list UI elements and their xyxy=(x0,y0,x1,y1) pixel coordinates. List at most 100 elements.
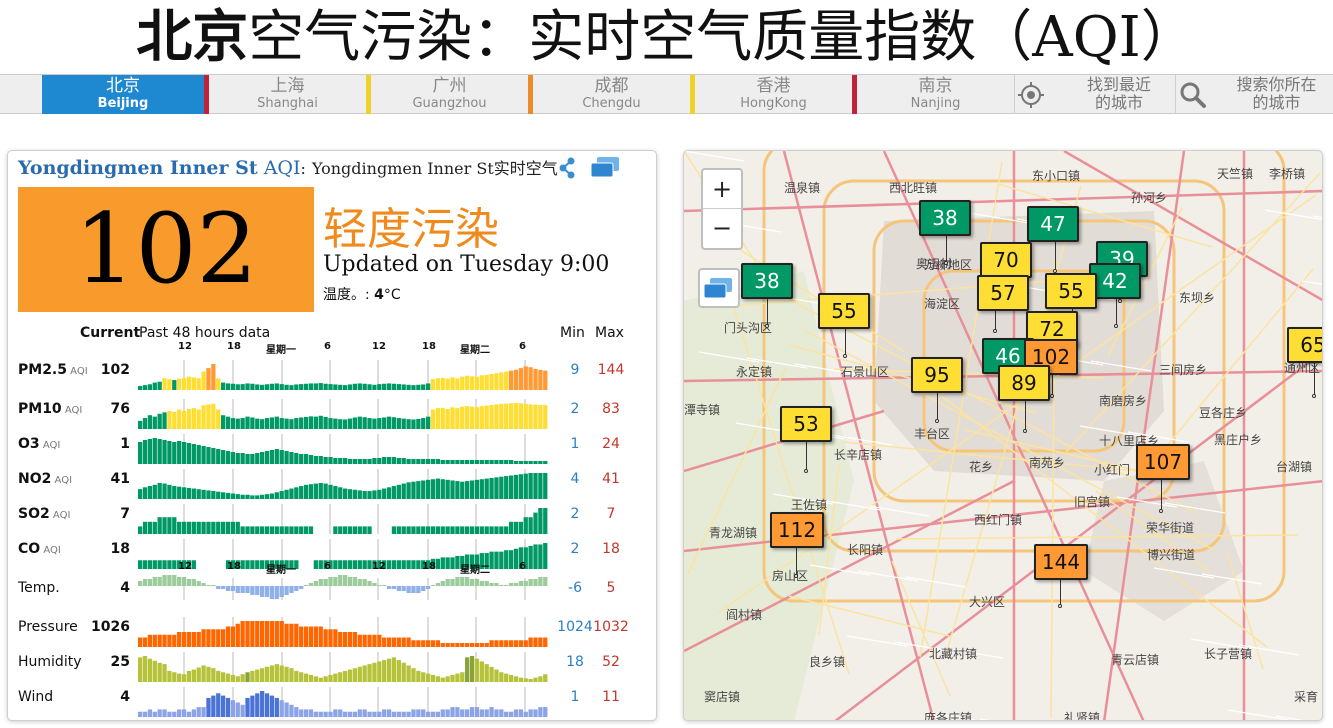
sparkline-bar xyxy=(308,674,314,682)
row-name: Pressure xyxy=(18,619,78,635)
sparkline-bar xyxy=(543,707,548,717)
sparkline-bar xyxy=(484,526,489,534)
sparkline-bar xyxy=(284,384,289,390)
tab-chengdu[interactable]: 成都 Chengdu xyxy=(533,75,690,114)
sparkline-bar xyxy=(450,579,455,586)
tab-beijing[interactable]: 北京 Beijing xyxy=(42,75,204,114)
sparkline-bar xyxy=(357,666,362,682)
marker-value: 89 xyxy=(998,365,1050,401)
sparkline-bar xyxy=(172,411,177,429)
aqi-marker[interactable]: 95 xyxy=(911,357,963,425)
sparkline-bar xyxy=(347,489,353,499)
sparkline-bar xyxy=(445,378,450,390)
aqi-marker[interactable]: 89 xyxy=(998,365,1050,435)
tab-guangzhou[interactable]: 广州 Guangzhou xyxy=(371,75,528,114)
sparkline-bar xyxy=(303,484,309,499)
sparkline-bar xyxy=(333,673,338,682)
aqi-marker[interactable]: 112 xyxy=(770,512,824,580)
find-nearest-city-button[interactable]: 找到最近 的城市 xyxy=(1015,75,1175,114)
row-name: Wind xyxy=(18,689,54,705)
tab-hongkong[interactable]: 香港 HongKong xyxy=(695,75,852,114)
sparkline-bar xyxy=(172,560,177,569)
tab-shanghai[interactable]: 上海 Shanghai xyxy=(209,75,366,114)
sparkline-bar xyxy=(289,526,294,534)
sparkline-bar xyxy=(528,679,533,682)
zoom-out-button[interactable]: − xyxy=(703,209,741,248)
map-place-label: 海淀区 xyxy=(924,297,961,311)
sparkline-bar xyxy=(216,670,221,682)
sparkline-bar xyxy=(157,517,162,534)
sparkline-bar xyxy=(220,450,226,464)
tab-nanjing[interactable]: 南京 Nanjing xyxy=(857,75,1014,114)
sparkline-bar xyxy=(435,478,441,499)
sparkline-bar xyxy=(430,459,436,464)
sparkline-pm10 xyxy=(138,399,548,429)
aqi-marker[interactable]: 55 xyxy=(818,293,870,360)
sparkline-bar xyxy=(440,643,445,647)
sparkline-bar xyxy=(401,418,406,429)
sparkline-bar xyxy=(499,460,504,464)
map-place-label: 荣华街道 xyxy=(1146,521,1195,535)
sparkline-bar xyxy=(391,417,397,429)
time-tick-label: 18 xyxy=(422,341,436,352)
highway xyxy=(684,189,1322,213)
marker-dot xyxy=(1114,324,1118,328)
sparkline-bar xyxy=(372,662,377,682)
sparkline-bar xyxy=(138,526,143,534)
aqi-marker[interactable]: 107 xyxy=(1136,444,1190,515)
aqi-marker[interactable]: 38 xyxy=(919,200,971,267)
aqi-marker[interactable]: 53 xyxy=(780,406,832,475)
sparkline-bar xyxy=(494,404,499,429)
sparkline-bar xyxy=(157,634,162,647)
sparkline-bar xyxy=(294,487,299,499)
aqi-marker[interactable]: 38 xyxy=(741,263,793,330)
sparkline-bar xyxy=(411,668,416,682)
map-layers-button[interactable] xyxy=(698,268,740,308)
sparkline-bar xyxy=(494,460,499,464)
find-nearest-line2: 的城市 xyxy=(1094,93,1143,112)
sparkline-bar xyxy=(489,460,494,464)
time-tick-label: 星期一 xyxy=(266,565,296,576)
aqi-marker[interactable]: 47 xyxy=(1027,206,1079,275)
street xyxy=(1264,209,1322,221)
sparkline-bar xyxy=(167,484,172,499)
sparkline-bar xyxy=(367,384,372,390)
sparkline-bar xyxy=(455,481,460,499)
sparkline-bar xyxy=(465,577,470,586)
row-name: O3 xyxy=(18,436,40,452)
station-panel: Yongdingmen Inner St AQI: Yongdingmen In… xyxy=(7,150,657,721)
sparkline-bar xyxy=(147,658,153,682)
sparkline-bar xyxy=(494,709,499,717)
sparkline-bar xyxy=(157,709,162,717)
sparkline-bar xyxy=(430,674,436,682)
sparkline-bar xyxy=(338,487,343,499)
sparkline-bar xyxy=(138,420,143,429)
tab-zh-label: 上海 xyxy=(270,76,305,96)
sparkline-bar xyxy=(303,626,309,647)
sparkline-bar xyxy=(518,640,523,647)
zoom-in-button[interactable]: + xyxy=(703,170,741,209)
sparkline-bar xyxy=(386,709,392,717)
sparkline-bar xyxy=(479,643,484,647)
sparkline-bar xyxy=(347,384,353,390)
sparkline-bar xyxy=(260,494,265,499)
station-map[interactable]: 温泉镇 西北旺镇 东小口镇 天竺镇 李桥镇 孙河乡 万柳地区 海淀区 门头沟区 东坝乡 石景山区 永定… xyxy=(683,150,1323,721)
sparkline-bar xyxy=(225,673,231,682)
aqi-marker[interactable]: 57 xyxy=(977,275,1029,335)
row-label: Temp. xyxy=(18,580,60,596)
row-label: PM10 AQI xyxy=(18,401,82,417)
marker-dot xyxy=(1312,394,1316,398)
sparkline-bar xyxy=(352,711,358,717)
sparkline-bar xyxy=(489,583,494,586)
row-unit: AQI xyxy=(39,440,61,451)
search-city-button[interactable]: 搜索你所在 的城市 xyxy=(1176,75,1333,114)
sparkline-bar xyxy=(181,577,187,586)
sparkline-bar xyxy=(533,473,538,499)
sparkline-bar xyxy=(333,560,338,569)
sparkline-bar xyxy=(435,459,441,464)
sparkline-bar xyxy=(264,666,270,682)
aqi-marker[interactable]: 144 xyxy=(1034,544,1088,610)
sparkline-bar xyxy=(460,577,465,586)
aqi-marker[interactable]: 65 xyxy=(1287,327,1322,400)
sparkline-bar xyxy=(250,495,255,499)
